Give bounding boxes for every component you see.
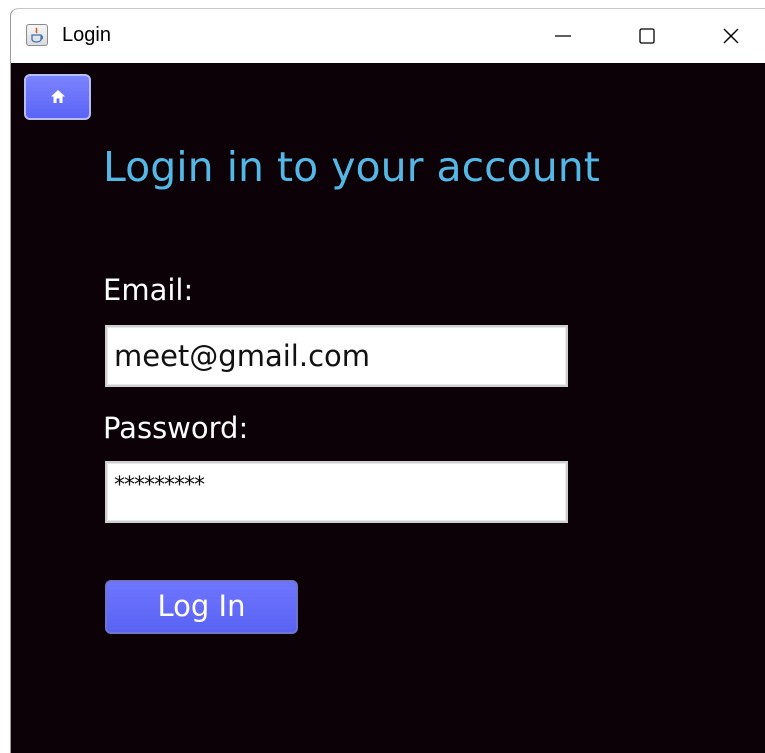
minimize-button[interactable]: [521, 9, 605, 63]
minimize-icon: [555, 35, 571, 37]
java-app-icon: [26, 24, 48, 46]
login-button[interactable]: Log In: [105, 580, 298, 634]
login-form-area: Login in to your account Email: Password…: [11, 63, 765, 753]
password-field[interactable]: *********: [105, 461, 568, 523]
close-button[interactable]: [689, 9, 765, 63]
home-icon: [51, 90, 65, 103]
title-bar[interactable]: Login: [11, 9, 765, 63]
page-title: Login in to your account: [103, 143, 600, 191]
window-title: Login: [62, 24, 111, 46]
home-button[interactable]: [24, 74, 91, 120]
close-icon: [723, 28, 739, 44]
maximize-icon: [639, 28, 655, 44]
password-mask: *********: [114, 473, 205, 498]
email-label: Email:: [103, 273, 194, 307]
maximize-button[interactable]: [605, 9, 689, 63]
login-window: Login Login in to your account Email: me…: [10, 8, 765, 753]
email-field[interactable]: [105, 325, 568, 387]
password-label: Password:: [103, 411, 249, 445]
